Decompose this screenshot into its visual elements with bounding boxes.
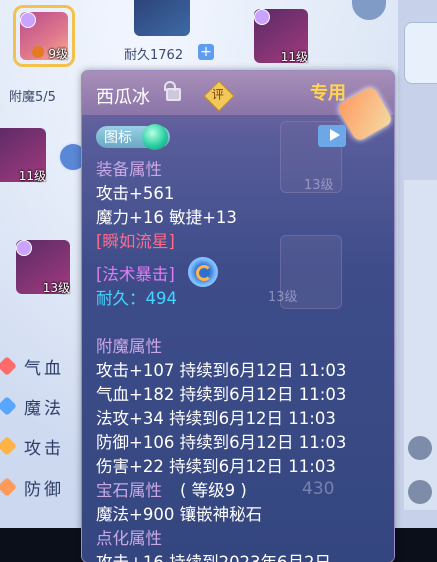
right-item-list — [404, 180, 437, 510]
slot-level: 13级 — [42, 281, 70, 295]
stat-defense[interactable]: 防御 — [0, 475, 80, 505]
hp-icon — [0, 356, 17, 376]
share-icon[interactable] — [318, 125, 346, 147]
defense-icon — [0, 477, 17, 497]
ghost-level: 13级 — [268, 290, 298, 305]
gem-level: ( 等级9 ) — [180, 481, 247, 500]
inventory-slot-weapon[interactable]: 11级 — [250, 5, 312, 67]
inventory-slot-selected[interactable]: 9级 — [13, 5, 75, 67]
icon-toggle-button[interactable]: 图标 — [96, 124, 170, 150]
magic-agility-stat: 魔力+16 敏捷+13 — [96, 208, 237, 227]
right-round-icon[interactable] — [408, 436, 432, 460]
inventory-slot-necklace[interactable]: 13级 — [12, 236, 74, 298]
item-tooltip: 13级 13级 430 西瓜冰 评 专用 图标 装备属性 攻击+561 魔力+1… — [82, 71, 394, 562]
stat-hp[interactable]: 气血 — [0, 354, 80, 384]
ghost-level: 13级 — [304, 178, 334, 193]
ghost-number: 430 — [302, 479, 335, 499]
durability-stat: 耐久：494 — [96, 289, 177, 308]
refresh-icon[interactable] — [188, 257, 218, 287]
enchant-section-title: 附魔属性 — [96, 337, 162, 356]
special-effect: [瞬如流星] — [96, 232, 175, 251]
slot-level: 11级 — [18, 169, 46, 183]
repair-plus-button[interactable]: + — [198, 44, 214, 60]
durability-label: 耐久1762 — [124, 48, 184, 63]
exclusive-tag: 专用 — [310, 83, 346, 104]
stat-label: 攻击 — [24, 439, 64, 459]
enchant-line: 防御+106 持续到6月12日 11:03 — [96, 433, 347, 452]
icon-button-label: 图标 — [104, 130, 132, 146]
enchant-line: 法攻+34 持续到6月12日 11:03 — [96, 409, 336, 428]
inventory-slot-armor[interactable]: 11级 — [0, 124, 50, 186]
evaluate-label: 评 — [211, 87, 224, 102]
item-badge-icon — [16, 240, 32, 256]
enchant-count-label: 附魔5/5 — [9, 90, 56, 105]
enchant-line: 伤害+22 持续到6月12日 11:03 — [96, 457, 336, 476]
orb-icon — [142, 124, 168, 150]
refine-stat: 攻击+16 持续到2023年6月2日 — [96, 552, 331, 562]
right-round-icon-2[interactable] — [408, 480, 432, 504]
stat-mp[interactable]: 魔法 — [0, 394, 80, 424]
stat-label: 魔法 — [24, 399, 64, 419]
mp-icon — [0, 396, 17, 416]
attack-stat: 攻击+561 — [96, 184, 175, 203]
slot-level: 9级 — [48, 47, 68, 61]
slot-level: 11级 — [280, 50, 308, 64]
item-badge-icon — [254, 9, 270, 25]
right-item-slot[interactable] — [404, 22, 437, 84]
attack-icon — [0, 436, 17, 456]
skill-name: [法术暴击] — [96, 265, 175, 284]
enchant-line: 气血+182 持续到6月12日 11:03 — [96, 385, 347, 404]
stat-attack[interactable]: 攻击 — [0, 434, 80, 464]
equip-section-title: 装备属性 — [96, 160, 162, 179]
stat-label: 气血 — [24, 359, 64, 379]
item-badge-icon — [20, 12, 36, 28]
stat-label: 防御 — [24, 480, 64, 500]
inventory-slot-book[interactable] — [130, 0, 194, 40]
lock-icon[interactable] — [164, 81, 181, 101]
gem-section-title: 宝石属性 — [96, 481, 162, 500]
item-name: 西瓜冰 — [96, 87, 150, 108]
refine-section-title: 点化属性 — [96, 529, 162, 548]
book-item-icon — [134, 0, 190, 36]
gem-stat: 魔法+900 镶嵌神秘石 — [96, 505, 263, 524]
enchant-line: 攻击+107 持续到6月12日 11:03 — [96, 361, 347, 380]
gem-icon — [32, 46, 44, 58]
